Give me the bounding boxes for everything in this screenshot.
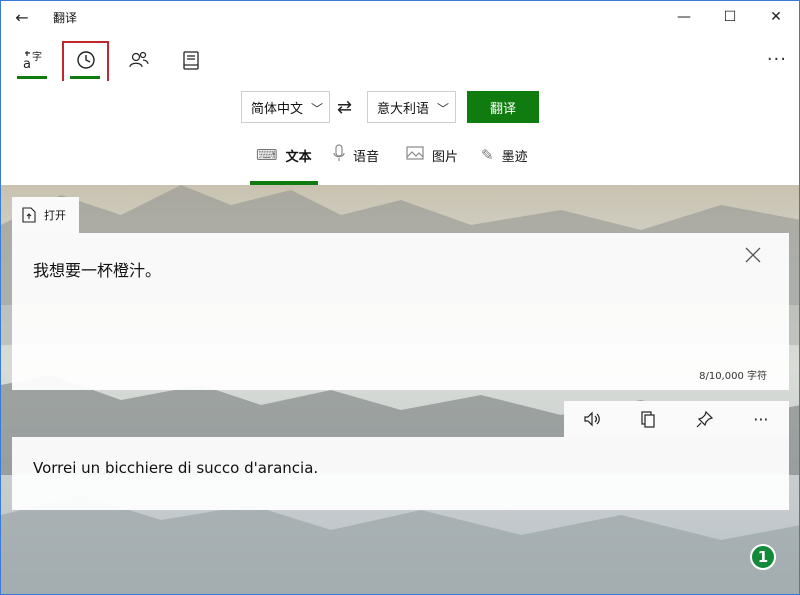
tab-voice[interactable]: 语音 xyxy=(333,143,379,167)
tab-image-label: 图片 xyxy=(432,149,459,165)
microphone-icon xyxy=(333,144,345,166)
back-button[interactable]: ← xyxy=(1,1,43,33)
history-clock-icon xyxy=(77,51,95,69)
open-file-button[interactable]: 打开 xyxy=(12,197,79,233)
target-language-select[interactable]: 意大利语 ﹀ xyxy=(367,91,456,123)
open-file-label: 打开 xyxy=(44,209,66,222)
copy-icon xyxy=(641,411,655,428)
minimize-button[interactable]: — xyxy=(661,1,707,33)
title-bar: ← 翻译 — ☐ ✕ xyxy=(1,1,799,33)
more-actions-button[interactable]: ··· xyxy=(733,401,789,437)
source-text-panel[interactable]: 我想要一杯橙汁。 8/10,000 字符 xyxy=(12,233,789,390)
annotation-marker: 1 xyxy=(750,544,776,570)
tab-text[interactable]: ⌨ 文本 xyxy=(256,143,312,167)
output-action-bar: ··· xyxy=(564,401,789,437)
target-language-label: 意大利语 xyxy=(377,101,430,117)
source-language-select[interactable]: 简体中文 ﹀ xyxy=(241,91,330,123)
book-icon xyxy=(183,51,199,70)
copy-button[interactable] xyxy=(620,401,676,437)
svg-text:字: 字 xyxy=(32,50,42,63)
pin-icon xyxy=(696,410,713,428)
source-text[interactable]: 我想要一杯橙汁。 xyxy=(33,257,161,281)
translation-output-panel: Vorrei un bicchiere di succo d'arancia. xyxy=(12,437,789,510)
character-count: 8/10,000 字符 xyxy=(699,371,767,382)
nav-history-indicator xyxy=(70,76,100,79)
chevron-down-icon: ﹀ xyxy=(436,102,449,116)
language-bar: 简体中文 ﹀ ⇄ 意大利语 ﹀ 翻译 ⌨ 文本 语音 图片 ✎ 墨迹 xyxy=(1,81,799,185)
clear-icon[interactable] xyxy=(743,245,763,265)
app-title: 翻译 xyxy=(53,10,78,25)
source-language-label: 简体中文 xyxy=(251,101,304,117)
document-icon xyxy=(22,207,36,223)
tab-image[interactable]: 图片 xyxy=(406,143,458,167)
close-button[interactable]: ✕ xyxy=(753,1,799,33)
tab-voice-label: 语音 xyxy=(353,149,380,165)
image-icon xyxy=(406,146,424,164)
translated-text: Vorrei un bicchiere di succo d'arancia. xyxy=(33,459,319,477)
keyboard-icon: ⌨ xyxy=(256,146,278,164)
tab-ink-label: 墨迹 xyxy=(501,149,528,165)
back-arrow-icon: ← xyxy=(15,7,29,27)
more-options-button[interactable]: ··· xyxy=(767,49,787,70)
translator-window: ← 翻译 — ☐ ✕ a 字 ··· 简体中文 ﹀ ⇄ 意大利语 ﹀ 翻译 ⌨ … xyxy=(0,0,800,595)
maximize-button[interactable]: ☐ xyxy=(707,1,753,33)
speak-button[interactable] xyxy=(564,401,620,437)
nav-translate[interactable]: a 字 xyxy=(13,39,53,81)
speaker-icon xyxy=(584,411,600,427)
window-controls: — ☐ ✕ xyxy=(661,1,799,33)
pen-icon: ✎ xyxy=(481,146,494,164)
nav-history[interactable] xyxy=(66,39,106,81)
top-nav: a 字 xyxy=(1,39,799,81)
swap-icon: ⇄ xyxy=(337,97,353,118)
tab-text-label: 文本 xyxy=(285,149,312,165)
translate-icon: a 字 xyxy=(23,50,42,71)
people-icon xyxy=(129,51,149,68)
tab-ink[interactable]: ✎ 墨迹 xyxy=(481,143,528,167)
svg-text:a: a xyxy=(23,57,31,71)
nav-conversation[interactable] xyxy=(119,39,159,81)
nav-phrasebook[interactable] xyxy=(171,39,211,81)
translate-button[interactable]: 翻译 xyxy=(467,91,539,123)
nav-active-indicator xyxy=(17,76,47,79)
chevron-down-icon: ﹀ xyxy=(310,102,323,116)
pin-button[interactable] xyxy=(677,401,733,437)
swap-languages-button[interactable]: ⇄ xyxy=(337,97,352,118)
